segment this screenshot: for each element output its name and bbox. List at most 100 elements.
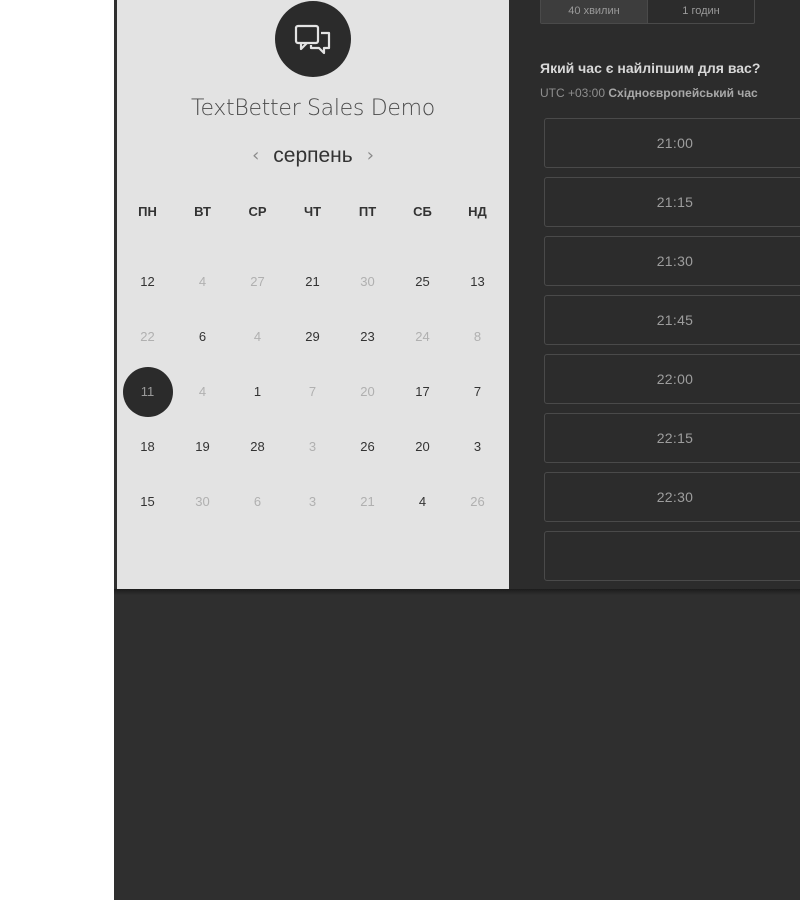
calendar-day: 22 bbox=[120, 309, 175, 364]
calendar-day-number: 28 bbox=[250, 439, 265, 454]
calendar-day[interactable]: 23 bbox=[340, 309, 395, 364]
calendar-day[interactable]: 28 bbox=[230, 419, 285, 474]
weekday-label: СБ bbox=[413, 204, 432, 219]
calendar-day-number: 27 bbox=[250, 274, 265, 289]
calendar-day-number: 4 bbox=[253, 329, 262, 344]
next-month-button[interactable]: › bbox=[367, 144, 374, 168]
calendar-day: 30 bbox=[340, 254, 395, 309]
calendar-day: 20 bbox=[340, 364, 395, 419]
weekday-label: ПТ bbox=[358, 204, 377, 219]
calendar-day: 3 bbox=[285, 419, 340, 474]
calendar-day-number: 19 bbox=[195, 439, 210, 454]
calendar-day: 3 bbox=[285, 474, 340, 529]
calendar-day-number: 4 bbox=[418, 494, 427, 509]
time-slot-button[interactable]: 21:30 bbox=[544, 236, 800, 286]
calendar-day[interactable]: 18 bbox=[120, 419, 175, 474]
calendar-day: 6 bbox=[230, 474, 285, 529]
calendar-day-number: 3 bbox=[308, 494, 317, 509]
calendar-day[interactable]: 3 bbox=[450, 419, 505, 474]
calendar-day-number: 21 bbox=[305, 274, 320, 289]
time-slot-button[interactable]: 21:00 bbox=[544, 118, 800, 168]
calendar-day-number: 26 bbox=[360, 439, 375, 454]
calendar-day: 4 bbox=[230, 309, 285, 364]
calendar-day[interactable]: 29 bbox=[285, 309, 340, 364]
duration-option-40-min[interactable]: 40 хвилин bbox=[541, 0, 647, 23]
event-title: TextBetter Sales Demo bbox=[191, 96, 435, 121]
calendar-day-grid: 12 4 27 21 30 25 13 22 6 4 29 23 24 8 11 4 1 7 20 17 7 18 19 28… bbox=[120, 254, 506, 529]
calendar-panel: TextBetter Sales Demo ‹ серпень › ПН ВТ СР… bbox=[117, 0, 509, 589]
calendar-day[interactable]: 26 bbox=[340, 419, 395, 474]
prev-month-button[interactable]: ‹ bbox=[252, 144, 259, 168]
calendar-day-number: 7 bbox=[308, 384, 317, 399]
chat-bubbles-icon bbox=[275, 1, 351, 77]
calendar-day: 21 bbox=[340, 474, 395, 529]
calendar-day: 24 bbox=[395, 309, 450, 364]
calendar-day-selected[interactable]: 11 bbox=[120, 364, 175, 419]
calendar-day-number: 18 bbox=[140, 439, 155, 454]
calendar-day-number: 4 bbox=[198, 274, 207, 289]
calendar-day[interactable]: 13 bbox=[450, 254, 505, 309]
duration-option-1-hour[interactable]: 1 годин bbox=[647, 0, 754, 23]
month-label: серпень bbox=[273, 144, 353, 167]
calendar-day-number: 21 bbox=[360, 494, 375, 509]
month-navigation: ‹ серпень › bbox=[117, 144, 509, 168]
calendar-day-number: 13 bbox=[470, 274, 485, 289]
time-slot-button[interactable] bbox=[544, 531, 800, 581]
weekday-label: ПН bbox=[138, 204, 157, 219]
timezone-offset: UTC +03:00 bbox=[540, 86, 606, 100]
calendar-day-number: 20 bbox=[360, 384, 375, 399]
calendar-day-number: 30 bbox=[360, 274, 375, 289]
weekday-label: ЧТ bbox=[303, 204, 322, 219]
time-slot-list: 21:00 21:15 21:30 21:45 22:00 22:15 22:30 bbox=[544, 118, 800, 589]
calendar-day: 27 bbox=[230, 254, 285, 309]
calendar-day[interactable]: 17 bbox=[395, 364, 450, 419]
calendar-day-number: 26 bbox=[470, 494, 485, 509]
calendar-day[interactable]: 20 bbox=[395, 419, 450, 474]
calendar-day[interactable]: 6 bbox=[175, 309, 230, 364]
calendar-day-number: 6 bbox=[198, 329, 207, 344]
calendar-day[interactable]: 4 bbox=[395, 474, 450, 529]
calendar-day-number: 25 bbox=[415, 274, 430, 289]
calendar-day: 26 bbox=[450, 474, 505, 529]
calendar-day-number: 17 bbox=[415, 384, 430, 399]
duration-selector: 40 хвилин 1 годин bbox=[540, 0, 755, 24]
calendar-day: 4 bbox=[175, 364, 230, 419]
calendar-day: 4 bbox=[175, 254, 230, 309]
calendar-day-number: 8 bbox=[473, 329, 482, 344]
timezone-name: Східноєвропейський час bbox=[608, 86, 758, 100]
calendar-day[interactable]: 25 bbox=[395, 254, 450, 309]
time-slot-button[interactable]: 21:15 bbox=[544, 177, 800, 227]
calendar-day-number: 12 bbox=[140, 274, 155, 289]
calendar-day-number: 22 bbox=[140, 329, 155, 344]
calendar-day[interactable]: 1 bbox=[230, 364, 285, 419]
calendar-day[interactable]: 12 bbox=[120, 254, 175, 309]
time-slot-panel: 40 хвилин 1 годин Який час є найліпшим д… bbox=[509, 0, 800, 589]
weekday-label: СР bbox=[248, 204, 267, 219]
calendar-day-number: 3 bbox=[473, 439, 482, 454]
calendar-day-number: 15 bbox=[140, 494, 155, 509]
calendar-day-number: 24 bbox=[415, 329, 430, 344]
calendar-day-number: 3 bbox=[308, 439, 317, 454]
calendar-day: 7 bbox=[285, 364, 340, 419]
calendar-day[interactable]: 19 bbox=[175, 419, 230, 474]
time-slot-button[interactable]: 21:45 bbox=[544, 295, 800, 345]
calendar-day[interactable]: 15 bbox=[120, 474, 175, 529]
calendar-day[interactable]: 7 bbox=[450, 364, 505, 419]
time-slot-button[interactable]: 22:00 bbox=[544, 354, 800, 404]
weekday-header-row: ПН ВТ СР ЧТ ПТ СБ НД bbox=[120, 200, 506, 224]
weekday-label: ВТ bbox=[194, 204, 211, 219]
calendar-day: 30 bbox=[175, 474, 230, 529]
calendar-day-number: 20 bbox=[415, 439, 430, 454]
calendar-day-number: 11 bbox=[122, 366, 173, 417]
calendar-day-number: 23 bbox=[360, 329, 375, 344]
calendar-day: 8 bbox=[450, 309, 505, 364]
calendar-day-number: 30 bbox=[195, 494, 210, 509]
weekday-label: НД bbox=[468, 204, 487, 219]
calendar-day-number: 7 bbox=[473, 384, 482, 399]
time-slot-button[interactable]: 22:15 bbox=[544, 413, 800, 463]
time-question-heading: Який час є найліпшим для вас? bbox=[540, 60, 761, 76]
calendar-day[interactable]: 21 bbox=[285, 254, 340, 309]
calendar-day-number: 1 bbox=[253, 384, 262, 399]
time-slot-button[interactable]: 22:30 bbox=[544, 472, 800, 522]
timezone-label[interactable]: UTC +03:00 Східноєвропейський час bbox=[540, 86, 758, 100]
